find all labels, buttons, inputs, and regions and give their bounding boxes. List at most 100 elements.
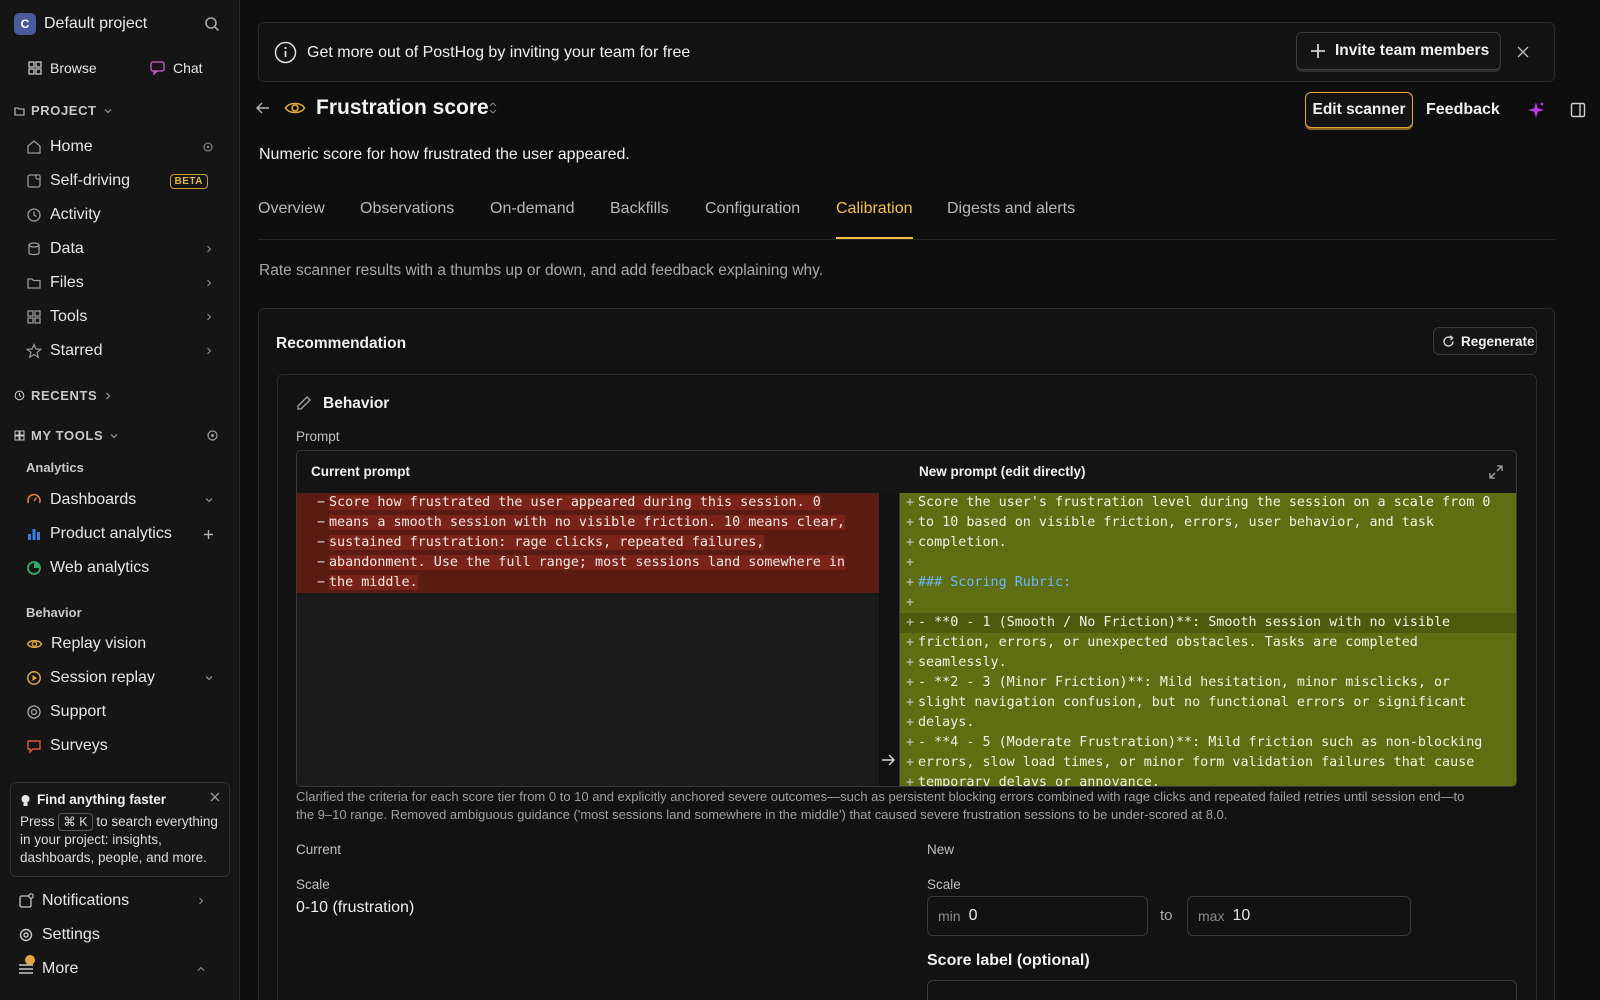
chat-button[interactable]: Chat [150, 60, 203, 76]
sidebar-item-product-analytics[interactable]: Product analytics [14, 519, 226, 549]
chat-icon [150, 61, 165, 75]
recents-section-header[interactable]: RECENTS [14, 388, 113, 403]
added-line: slight navigation confusion, but no func… [918, 695, 1467, 710]
added-line: completion. [918, 535, 1007, 550]
explanation-line: the 9–10 range. Removed ambiguous guidan… [296, 807, 1228, 822]
invite-team-members-button[interactable]: Invite team members [1296, 32, 1501, 70]
search-icon[interactable] [204, 16, 220, 32]
sidebar-item-settings[interactable]: Settings [6, 920, 218, 950]
current-column-label: Current [296, 842, 342, 857]
grid-icon [28, 61, 42, 75]
chevron-up-down-icon[interactable] [488, 101, 498, 115]
notification-dot [25, 955, 35, 965]
sidebar-item-more[interactable]: More [6, 954, 218, 984]
added-line: - **0 - 1 (Smooth / No Friction)**: Smoo… [918, 615, 1451, 630]
added-line: seamlessly. [918, 655, 1007, 670]
expand-icon[interactable] [1489, 465, 1503, 479]
chevron-down-icon[interactable] [204, 673, 214, 683]
project-section-header[interactable]: PROJECT [14, 103, 113, 118]
regenerate-button[interactable]: Regenerate [1433, 327, 1537, 355]
tip-text: dashboards, people, and more. [20, 850, 207, 865]
clock-icon [26, 207, 42, 223]
sidebar-item-activity[interactable]: Activity [14, 200, 226, 230]
grid-icon [14, 430, 25, 441]
plus-icon [1309, 42, 1327, 60]
close-icon[interactable] [210, 792, 220, 802]
chevron-down-icon [109, 431, 119, 441]
project-switcher[interactable]: C Default project [14, 13, 147, 35]
sidebar-item-tools[interactable]: Tools [14, 302, 226, 332]
diff-gutter [879, 493, 899, 786]
sidebar-item-data[interactable]: Data [14, 234, 226, 264]
folder-icon [26, 275, 42, 291]
sidebar-item-session-replay[interactable]: Session replay [14, 663, 226, 693]
database-icon [26, 241, 42, 257]
project-avatar: C [14, 13, 36, 35]
tab-backfills[interactable]: Backfills [610, 200, 669, 218]
play-circle-icon [26, 670, 42, 686]
gear-icon [18, 927, 34, 943]
lifebuoy-icon [26, 704, 42, 720]
sidebar-item-surveys[interactable]: Surveys [14, 731, 226, 761]
sidebar-item-starred[interactable]: Starred [14, 336, 226, 366]
plus-icon[interactable] [203, 529, 214, 540]
pencil-icon [296, 395, 312, 411]
max-scale-input[interactable]: max 10 [1187, 896, 1411, 936]
analytics-group-label: Analytics [26, 460, 84, 475]
tab-digests-and-alerts[interactable]: Digests and alerts [947, 200, 1075, 218]
recommendation-card: Recommendation Regenerate Behavior Promp… [258, 308, 1555, 1000]
tab-configuration[interactable]: Configuration [705, 200, 800, 218]
gear-icon[interactable] [202, 141, 214, 153]
tab-on-demand[interactable]: On-demand [490, 200, 575, 218]
tab-overview[interactable]: Overview [258, 200, 325, 218]
project-section-label: PROJECT [31, 103, 97, 118]
arrow-right-icon[interactable] [881, 754, 895, 766]
sparkle-icon[interactable] [1527, 101, 1545, 119]
sidebar-item-label: Settings [42, 926, 100, 943]
invite-label: Invite team members [1335, 42, 1490, 59]
tab-calibration[interactable]: Calibration [836, 200, 912, 218]
removed-line: abandonment. Use the full range; most se… [329, 555, 845, 570]
regenerate-label: Regenerate [1461, 333, 1535, 349]
behavior-title: Behavior [323, 395, 390, 412]
browse-button[interactable]: Browse [28, 60, 97, 76]
max-value: 10 [1232, 907, 1251, 924]
current-scale-value: 0-10 (frustration) [296, 899, 415, 916]
sidebar-item-label: Notifications [42, 892, 130, 909]
side-panel-icon[interactable] [1570, 102, 1586, 118]
recents-section-label: RECENTS [31, 388, 98, 403]
chevron-down-icon[interactable] [204, 495, 214, 505]
score-label-input[interactable] [927, 980, 1517, 1000]
new-prompt-pane[interactable]: + Score the user's frustration level duri… [900, 493, 1516, 787]
tab-observations[interactable]: Observations [360, 200, 454, 218]
tip-press-text: Press [20, 814, 55, 829]
feedback-button[interactable]: Feedback [1426, 101, 1500, 119]
edit-scanner-button[interactable]: Edit scanner [1305, 92, 1413, 128]
sidebar-item-label: Starred [50, 342, 103, 359]
lightbulb-icon [20, 794, 31, 807]
chat-label: Chat [173, 60, 203, 76]
added-line: - **2 - 3 (Minor Friction)**: Mild hesit… [918, 675, 1451, 690]
home-icon [26, 139, 42, 155]
added-line: - **4 - 5 (Moderate Frustration)**: Mild… [918, 735, 1483, 750]
sidebar-item-web-analytics[interactable]: Web analytics [14, 553, 226, 583]
banner-text: Get more out of PostHog by inviting your… [307, 44, 691, 61]
my-tools-section-header[interactable]: MY TOOLS [14, 428, 119, 443]
added-line: temporary delays or annoyance. [918, 775, 1160, 787]
current-prompt-pane: − Score how frustrated the user appeared … [297, 493, 879, 786]
back-arrow-icon[interactable] [256, 102, 270, 114]
sidebar-item-notifications[interactable]: Notifications [6, 886, 218, 916]
sidebar-item-support[interactable]: Support [14, 697, 226, 727]
sidebar-item-self-driving[interactable]: Self-driving BETA [14, 166, 226, 196]
sidebar-item-dashboards[interactable]: Dashboards [14, 485, 226, 515]
chevron-down-icon [103, 106, 113, 116]
sidebar-item-replay-vision[interactable]: Replay vision [14, 629, 226, 659]
current-prompt-lines[interactable]: − Score how frustrated the user appeared … [317, 493, 845, 593]
close-icon[interactable] [1517, 46, 1529, 58]
min-scale-input[interactable]: min 0 [927, 896, 1148, 936]
keyboard-shortcut: ⌘ K [58, 813, 93, 831]
sidebar-item-files[interactable]: Files [14, 268, 226, 298]
sidebar-item-home[interactable]: Home [14, 132, 226, 162]
chevron-right-icon [204, 244, 214, 254]
gear-icon[interactable] [206, 429, 219, 442]
